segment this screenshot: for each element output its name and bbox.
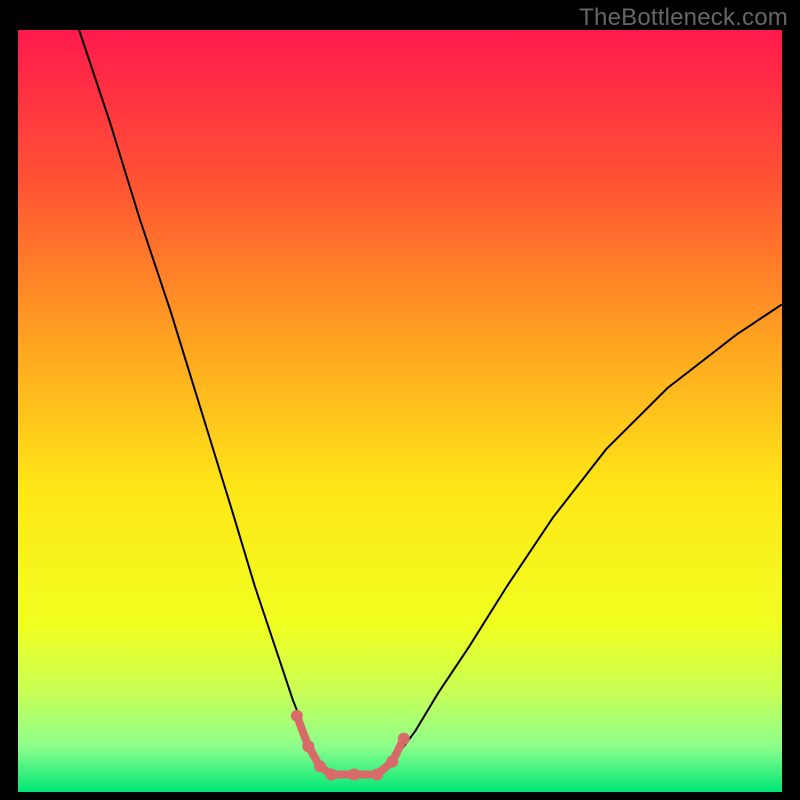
chart-background	[18, 30, 782, 792]
optimal-zone-marker	[291, 710, 303, 722]
optimal-zone-marker	[348, 768, 360, 780]
optimal-zone-marker	[325, 768, 337, 780]
bottleneck-chart	[18, 30, 782, 792]
optimal-zone-marker	[386, 756, 398, 768]
chart-frame: TheBottleneck.com	[0, 0, 800, 800]
optimal-zone-marker	[302, 740, 314, 752]
watermark-text: TheBottleneck.com	[579, 4, 788, 32]
optimal-zone-marker	[398, 733, 410, 745]
optimal-zone-marker	[371, 768, 383, 780]
optimal-zone-marker	[314, 760, 326, 772]
